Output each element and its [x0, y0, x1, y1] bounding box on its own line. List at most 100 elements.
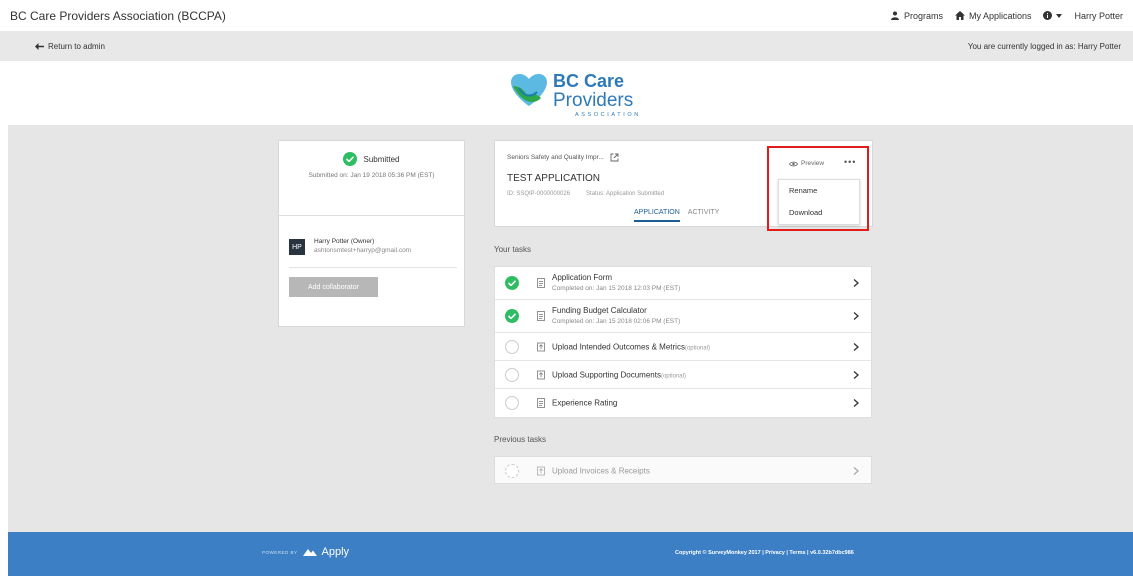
nav-my-applications[interactable]: My Applications — [954, 10, 1032, 21]
logged-in-as: You are currently logged in as: Harry Po… — [967, 41, 1121, 51]
org-title: BC Care Providers Association (BCCPA) — [10, 8, 226, 23]
main-content: Submitted Submitted on: Jan 19 2018 05:3… — [8, 125, 1133, 532]
chevron-right-icon — [853, 279, 859, 287]
incomplete-circle-icon — [505, 367, 519, 382]
arrow-left-icon — [35, 42, 44, 50]
top-nav: Programs My Applications Harry Potter — [890, 11, 1123, 21]
home-icon — [954, 11, 965, 20]
owner-email: ashtonsmtest+harryp@gmail.com — [314, 246, 412, 254]
incomplete-circle-icon — [505, 339, 519, 354]
task-row[interactable]: Application Form Completed on: Jan 15 20… — [495, 267, 871, 300]
your-tasks-heading: Your tasks — [494, 245, 532, 254]
chevron-right-icon — [853, 467, 859, 475]
form-icon — [537, 311, 545, 321]
task-name: Upload Invoices & Receipts — [552, 466, 650, 476]
add-collaborator-button[interactable]: Add collaborator — [289, 277, 378, 297]
menu-item-download[interactable]: Download — [779, 202, 859, 224]
task-name: Upload Supporting Documents(optional) — [552, 370, 686, 379]
apply-brand: Apply — [321, 546, 350, 558]
previous-task-row[interactable]: Upload Invoices & Receipts — [495, 457, 871, 485]
apply-logo-icon — [302, 549, 317, 556]
status-summary: Submitted Submitted on: Jan 19 2018 05:3… — [279, 141, 464, 216]
chevron-right-icon — [853, 370, 859, 379]
task-name-text: Upload Intended Outcomes & Metrics — [552, 342, 685, 351]
eye-icon — [789, 161, 798, 166]
application-id: ID: SSQIP-0000000026 — [507, 191, 571, 197]
application-title: TEST APPLICATION — [507, 173, 600, 184]
submitted-on: Submitted on: Jan 19 2018 05:36 PM (EST) — [308, 172, 435, 179]
optional-tag: (optional) — [660, 373, 686, 379]
submitted-check-icon — [343, 152, 358, 166]
upload-icon — [537, 342, 545, 351]
logo-text-line1: BC Care — [553, 71, 624, 91]
preview-button[interactable]: Preview — [789, 160, 824, 167]
task-completed-on: Completed on: Jan 15 2018 12:03 PM (EST) — [552, 285, 681, 292]
user-name: Harry Potter — [1074, 10, 1123, 21]
completed-check-icon — [505, 276, 519, 290]
caret-down-icon — [1056, 13, 1063, 18]
nav-my-applications-label: My Applications — [968, 10, 1032, 21]
optional-tag: (optional) — [684, 345, 710, 351]
menu-item-rename[interactable]: Rename — [779, 180, 859, 202]
powered-by-label: POWERED BY — [262, 549, 298, 555]
task-name: Application Form — [552, 273, 613, 282]
external-link-icon — [610, 153, 619, 162]
task-row[interactable]: Funding Budget Calculator Completed on: … — [495, 300, 871, 333]
return-to-admin-link[interactable]: Return to admin — [35, 42, 105, 51]
preview-actions-highlight: Preview ••• Rename Download — [767, 146, 869, 231]
completed-check-icon — [505, 309, 519, 323]
upload-icon — [537, 466, 545, 476]
task-name: Upload Intended Outcomes & Metrics(optio… — [552, 342, 710, 351]
copyright: Copyright © SurveyMonkey 2017 | Privacy … — [675, 550, 854, 556]
previous-tasks-heading: Previous tasks — [494, 435, 547, 444]
programs-icon — [890, 11, 899, 20]
more-actions-button[interactable]: ••• — [844, 157, 856, 167]
footer: POWERED BY Apply Copyright © SurveyMonke… — [8, 532, 1133, 576]
upload-icon — [537, 370, 545, 379]
top-bar: BC Care Providers Association (BCCPA) Pr… — [0, 0, 1133, 31]
avatar: HP — [289, 239, 305, 255]
application-status: Status: Application Submitted — [586, 191, 665, 197]
info-icon — [1043, 11, 1053, 20]
incomplete-circle-icon — [505, 464, 519, 478]
status-label: Submitted — [363, 154, 400, 164]
form-icon — [537, 398, 545, 408]
task-row[interactable]: Upload Intended Outcomes & Metrics(optio… — [495, 333, 871, 361]
task-name-text: Upload Supporting Documents — [552, 370, 661, 379]
chevron-right-icon — [853, 342, 859, 351]
owner-name: Harry Potter (Owner) — [314, 238, 375, 245]
task-list: Application Form Completed on: Jan 15 20… — [494, 266, 872, 418]
task-row[interactable]: Upload Supporting Documents(optional) — [495, 361, 871, 389]
chevron-right-icon — [853, 399, 859, 407]
status-card: Submitted Submitted on: Jan 19 2018 05:3… — [278, 140, 465, 327]
logo-text-line3: ASSOCIATION — [575, 112, 641, 118]
task-row[interactable]: Experience Rating — [495, 389, 871, 417]
preview-label: Preview — [801, 160, 825, 167]
task-name: Experience Rating — [552, 398, 618, 408]
collaborator-row: HP Harry Potter (Owner) ashtonsmtest+har… — [289, 238, 457, 268]
incomplete-circle-icon — [505, 396, 519, 410]
chevron-right-icon — [853, 312, 859, 320]
logo-text-line2: Providers — [553, 90, 633, 111]
logo-area: BC Care Providers ASSOCIATION — [0, 61, 1133, 125]
help-menu[interactable] — [1043, 11, 1063, 20]
task-completed-on: Completed on: Jan 15 2018 02:06 PM (EST) — [552, 318, 681, 325]
powered-by-apply: POWERED BY Apply — [262, 546, 349, 558]
actions-menu: Rename Download — [778, 179, 860, 225]
tab-application[interactable]: APPLICATION — [634, 209, 680, 222]
program-name: Seniors Safety and Quality Impr... — [507, 154, 604, 161]
tab-activity[interactable]: ACTIVITY — [688, 209, 720, 222]
status-row: Submitted — [279, 152, 464, 166]
owner-info: Harry Potter (Owner) ashtonsmtest+harryp… — [314, 238, 411, 256]
nav-programs[interactable]: Programs — [890, 11, 943, 21]
application-meta: ID: SSQIP-0000000026 Status: Application… — [507, 191, 664, 197]
admin-bar: Return to admin You are currently logged… — [0, 31, 1133, 61]
previous-task-list: Upload Invoices & Receipts — [494, 456, 872, 484]
bccpa-logo: BC Care Providers ASSOCIATION — [511, 71, 641, 118]
program-link[interactable]: Seniors Safety and Quality Impr... — [507, 153, 619, 162]
task-name: Funding Budget Calculator — [552, 306, 647, 315]
return-to-admin-label: Return to admin — [48, 41, 105, 51]
application-card: Seniors Safety and Quality Impr... TEST … — [494, 140, 873, 231]
user-menu[interactable]: Harry Potter — [1074, 11, 1123, 21]
application-tabs: APPLICATION ACTIVITY — [634, 209, 719, 222]
